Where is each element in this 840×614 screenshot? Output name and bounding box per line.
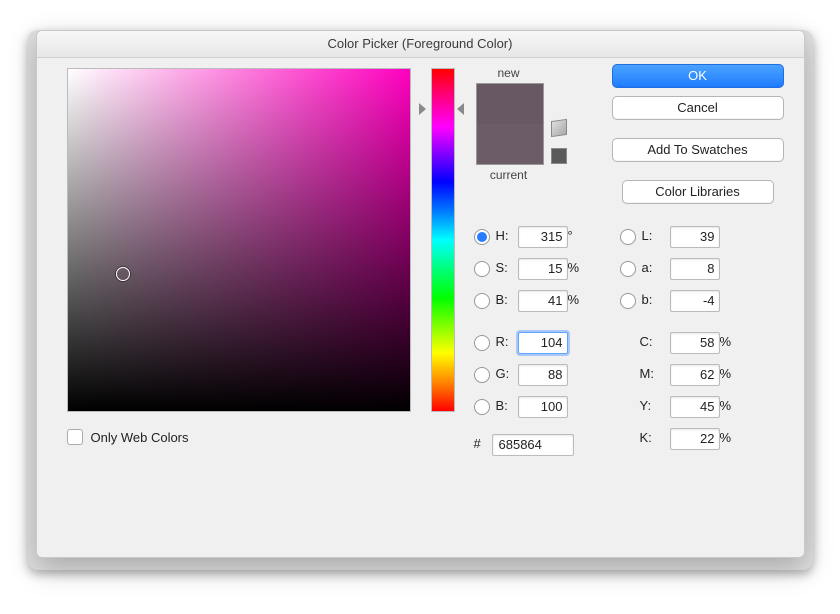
input-c[interactable]: 58	[670, 332, 720, 354]
radio-b-hsb[interactable]	[474, 293, 490, 309]
label-g: G:	[496, 366, 510, 381]
unit-c: %	[720, 334, 732, 349]
radio-s[interactable]	[474, 261, 490, 277]
label-y: Y:	[640, 398, 652, 413]
input-a[interactable]: 8	[670, 258, 720, 280]
unit-b-hsb: %	[568, 292, 580, 307]
color-libraries-button[interactable]: Color Libraries	[622, 180, 774, 204]
checkbox-icon	[67, 429, 83, 445]
input-h[interactable]: 315	[518, 226, 568, 248]
new-label: new	[474, 66, 544, 80]
ok-button[interactable]: OK	[612, 64, 784, 88]
label-b-lab: b:	[642, 292, 653, 307]
label-m: M:	[640, 366, 654, 381]
input-b-lab[interactable]: -4	[670, 290, 720, 312]
label-h: H:	[496, 228, 509, 243]
color-cursor[interactable]	[116, 267, 130, 281]
input-l[interactable]: 39	[670, 226, 720, 248]
input-b-hsb[interactable]: 41	[518, 290, 568, 312]
hue-indicator-left	[419, 103, 426, 115]
hue-indicator-right	[457, 103, 464, 115]
current-label: current	[474, 168, 544, 182]
unit-h: °	[568, 228, 573, 243]
hex-prefix: #	[474, 436, 481, 451]
radio-g[interactable]	[474, 367, 490, 383]
color-picker-dialog: Color Picker (Foreground Color) Only Web…	[36, 30, 805, 558]
input-y[interactable]: 45	[670, 396, 720, 418]
input-s[interactable]: 15	[518, 258, 568, 280]
only-web-colors-label: Only Web Colors	[91, 430, 189, 445]
input-b-rgb[interactable]: 100	[518, 396, 568, 418]
label-s: S:	[496, 260, 508, 275]
hue-slider[interactable]	[431, 68, 455, 412]
label-r: R:	[496, 334, 509, 349]
input-g[interactable]: 88	[518, 364, 568, 386]
label-k: K:	[640, 430, 652, 445]
label-b-hsb: B:	[496, 292, 508, 307]
websafe-swatch-icon[interactable]	[551, 148, 567, 164]
color-preview[interactable]	[476, 83, 544, 165]
radio-r[interactable]	[474, 335, 490, 351]
unit-k: %	[720, 430, 732, 445]
label-a: a:	[642, 260, 653, 275]
input-hex[interactable]: 685864	[492, 434, 574, 456]
radio-b-rgb[interactable]	[474, 399, 490, 415]
new-color-swatch	[477, 84, 543, 124]
label-b-rgb: B:	[496, 398, 508, 413]
label-l: L:	[642, 228, 653, 243]
dialog-title: Color Picker (Foreground Color)	[37, 31, 804, 58]
cancel-button[interactable]: Cancel	[612, 96, 784, 120]
saturation-brightness-field[interactable]	[67, 68, 411, 412]
unit-m: %	[720, 366, 732, 381]
label-c: C:	[640, 334, 653, 349]
input-k[interactable]: 22	[670, 428, 720, 450]
cube-icon[interactable]	[551, 119, 567, 137]
only-web-colors-checkbox[interactable]: Only Web Colors	[67, 429, 189, 445]
unit-s: %	[568, 260, 580, 275]
input-m[interactable]: 62	[670, 364, 720, 386]
add-to-swatches-button[interactable]: Add To Swatches	[612, 138, 784, 162]
radio-h[interactable]	[474, 229, 490, 245]
current-color-swatch	[477, 124, 543, 164]
input-r[interactable]: 104	[518, 332, 568, 354]
radio-b-lab[interactable]	[620, 293, 636, 309]
unit-y: %	[720, 398, 732, 413]
radio-l[interactable]	[620, 229, 636, 245]
radio-a[interactable]	[620, 261, 636, 277]
